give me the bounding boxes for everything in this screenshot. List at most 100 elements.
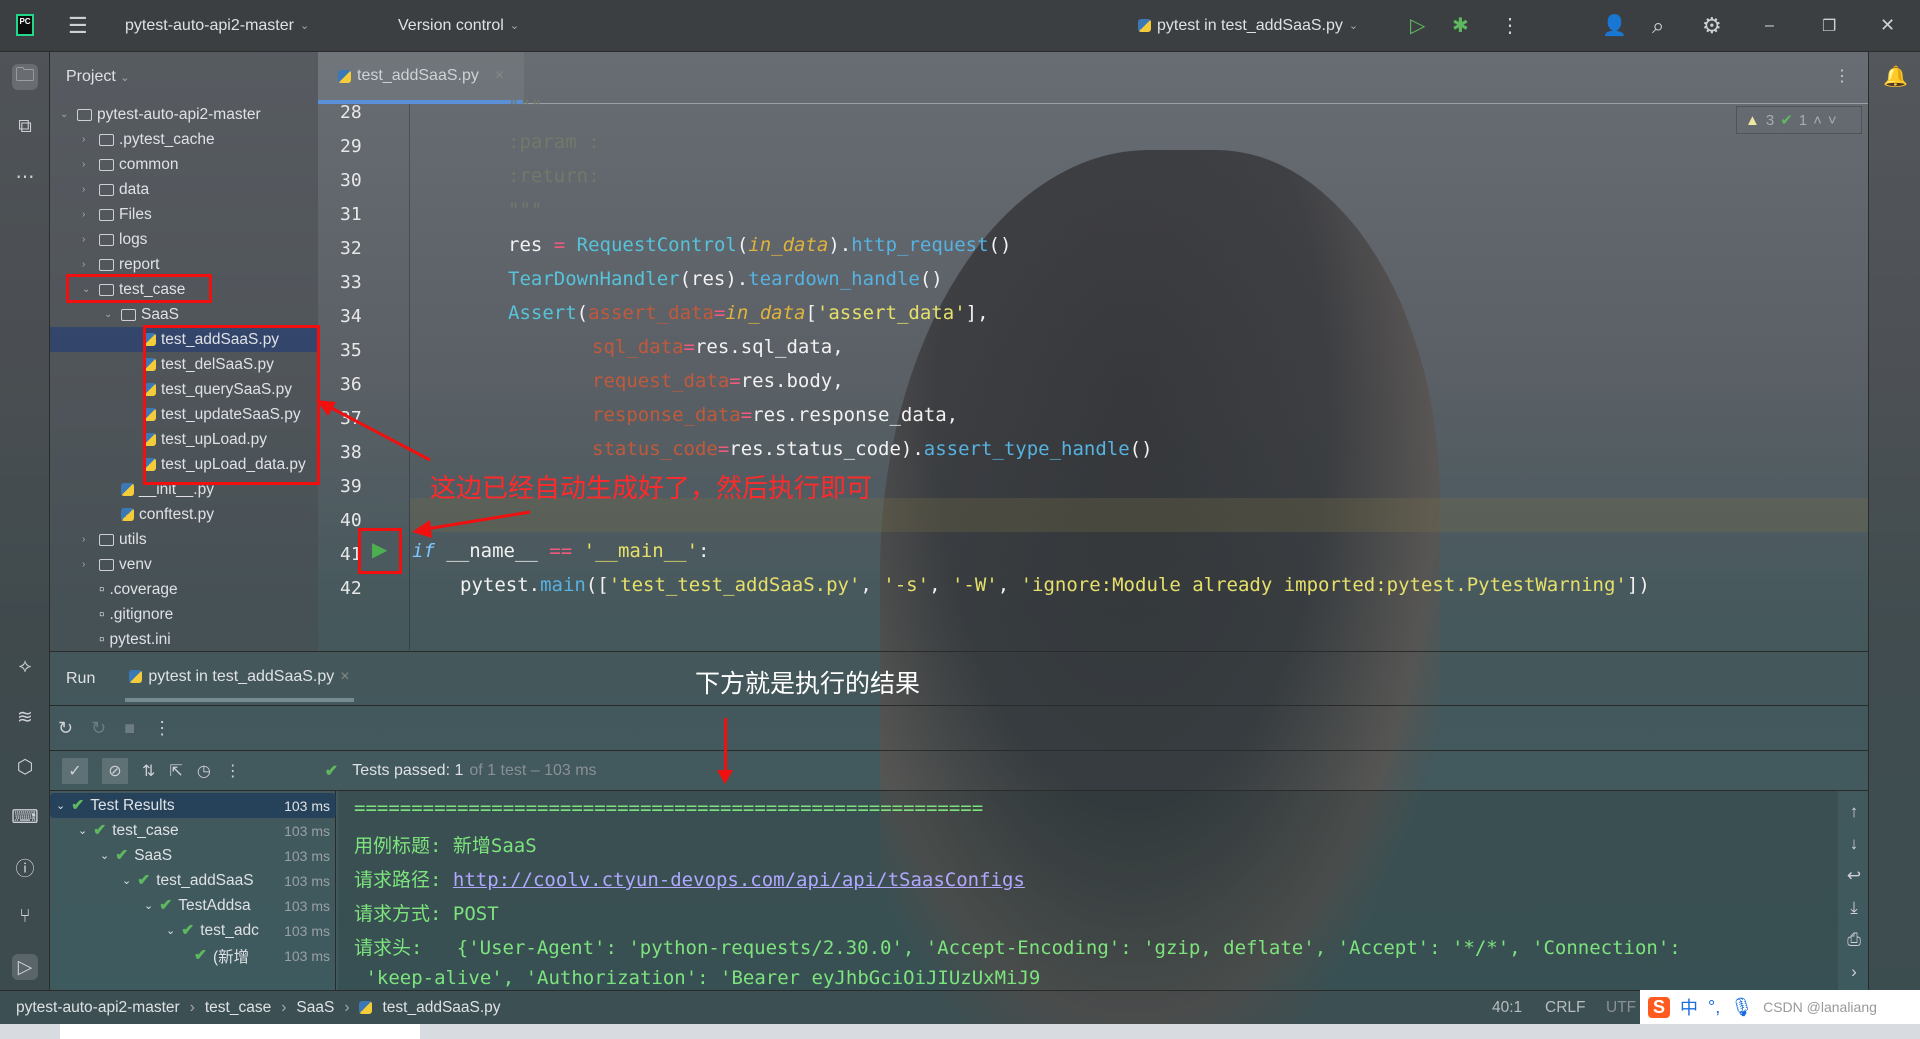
project-tree-item[interactable]: conftest.py xyxy=(50,502,318,527)
chevron-right-icon[interactable]: › xyxy=(82,259,94,270)
project-tree-item[interactable]: ⌄ pytest-auto-api2-master xyxy=(50,102,318,127)
more-icon[interactable]: ⋮ xyxy=(153,718,171,739)
chevron-down-icon[interactable]: ⌄ xyxy=(100,849,109,862)
arrow-down-icon[interactable]: ↓ xyxy=(1850,834,1859,854)
project-tree-item[interactable]: › Files xyxy=(50,202,318,227)
terminal-icon[interactable]: ⌨ xyxy=(11,804,38,830)
chevron-right-icon[interactable]: › xyxy=(82,209,94,220)
project-tree-item[interactable]: › data xyxy=(50,177,318,202)
more-icon[interactable]: ⋯ xyxy=(12,164,38,190)
pass-check-icon: ✔ xyxy=(71,797,85,814)
history-icon[interactable]: ◷ xyxy=(197,761,211,781)
soft-wrap-icon[interactable]: ↩ xyxy=(1847,866,1861,886)
show-passed-icon[interactable]: ✓ xyxy=(62,757,88,784)
project-tree-item[interactable]: › utils xyxy=(50,527,318,552)
chevron-down-icon[interactable]: ⌄ xyxy=(166,924,175,937)
project-folder-icon[interactable]: 🗀 xyxy=(12,64,38,90)
request-url-link[interactable]: http://coolv.ctyun-devops.com/api/api/tS… xyxy=(453,869,1025,891)
chevron-right-icon[interactable]: › xyxy=(82,134,94,145)
chevron-down-icon[interactable]: ⌄ xyxy=(122,874,131,887)
stop-icon[interactable]: ■ xyxy=(124,718,135,739)
print-icon[interactable]: ⎙ xyxy=(1847,930,1861,950)
chevron-right-icon[interactable]: › xyxy=(82,559,94,570)
microphone-icon[interactable]: 🎙 xyxy=(1730,997,1753,1018)
more-icon[interactable]: ⋮ xyxy=(1500,13,1520,38)
debug-icon[interactable]: ✱ xyxy=(1452,13,1469,38)
arrow-up-icon[interactable]: ↑ xyxy=(1850,802,1859,822)
project-tree-item[interactable]: › common xyxy=(50,152,318,177)
tab-close-icon[interactable]: × xyxy=(495,67,504,85)
git-icon[interactable]: ⑂ xyxy=(12,904,38,930)
sort-icon[interactable]: ⇅ xyxy=(142,761,155,781)
tab-test-addsaas[interactable]: test_addSaaS.py × xyxy=(318,52,524,104)
run-tool-icon[interactable]: ▷ xyxy=(12,954,38,980)
inspection-widget[interactable]: ▲ 3 ✔ 1 ˄ ˅ xyxy=(1736,106,1862,134)
punct-icon[interactable]: °, xyxy=(1708,997,1720,1018)
main-menu-icon[interactable]: ☰ xyxy=(68,13,88,39)
restore-icon[interactable]: ❐ xyxy=(1822,16,1836,36)
project-selector[interactable]: pytest-auto-api2-master ⌄ xyxy=(125,17,309,35)
more-icon[interactable]: ⋮ xyxy=(225,761,241,781)
test-name: TestAddsa xyxy=(178,896,251,914)
breadcrumb-item[interactable]: SaaS xyxy=(296,999,334,1017)
run-icon[interactable]: ▷ xyxy=(1410,13,1425,38)
scroll-to-end-icon[interactable]: ⤓ xyxy=(1850,898,1858,918)
test-result-row[interactable]: ⌄ ✔ TestAddsa 103 ms xyxy=(50,893,336,918)
test-result-row[interactable]: ✔ (新增 103 ms xyxy=(50,943,336,968)
ime-lang[interactable]: 中 xyxy=(1680,994,1698,1020)
structure-icon[interactable]: ⧉ xyxy=(12,114,38,140)
project-tree-item[interactable]: › logs xyxy=(50,227,318,252)
project-tree-item[interactable]: › .pytest_cache xyxy=(50,127,318,152)
run-config-selector[interactable]: pytest in test_addSaaS.py ⌄ xyxy=(1138,17,1358,35)
test-result-row[interactable]: ⌄ ✔ test_addSaaS 103 ms xyxy=(50,868,336,893)
collapse-icon[interactable]: ⇱ xyxy=(169,761,182,781)
vcs-selector[interactable]: Version control ⌄ xyxy=(398,17,519,35)
show-ignored-icon[interactable]: ⊘ xyxy=(102,757,128,784)
project-tree-item[interactable]: ▫ .gitignore xyxy=(50,602,318,627)
breadcrumb-item[interactable]: pytest-auto-api2-master xyxy=(16,999,180,1017)
chevron-right-icon[interactable]: › xyxy=(82,534,94,545)
editor-more-icon[interactable]: ⋮ xyxy=(1834,66,1850,86)
chevron-down-icon[interactable]: ⌄ xyxy=(56,799,65,812)
notifications-bell-icon[interactable]: 🔔 xyxy=(1883,64,1908,89)
test-result-row[interactable]: ⌄ ✔ test_case 103 ms xyxy=(50,818,336,843)
test-result-row[interactable]: ⌄ ✔ SaaS 103 ms xyxy=(50,843,336,868)
chevron-right-icon[interactable]: › xyxy=(82,184,94,195)
gear-icon[interactable]: ⚙ xyxy=(1702,13,1722,39)
breadcrumb-item[interactable]: test_addSaaS.py xyxy=(382,999,500,1017)
services-icon[interactable]: ⬡ xyxy=(12,754,38,780)
run-tab[interactable]: pytest in test_addSaaS.py × xyxy=(125,656,354,702)
caret-position[interactable]: 40:1 xyxy=(1492,999,1522,1017)
rerun-failed-icon[interactable]: ↻ xyxy=(91,718,106,739)
console-output[interactable]: ========================================… xyxy=(338,791,1838,991)
chevron-down-icon[interactable]: ⌄ xyxy=(78,824,87,837)
problems-icon[interactable]: ⓘ xyxy=(12,854,38,880)
project-tree-item[interactable]: › venv xyxy=(50,552,318,577)
chevron-down-icon[interactable]: ⌄ xyxy=(144,899,153,912)
close-icon[interactable]: ✕ xyxy=(1880,15,1895,36)
chevron-down-icon[interactable]: ⌄ xyxy=(60,109,72,120)
chevron-right-icon[interactable]: › xyxy=(82,234,94,245)
folder-icon xyxy=(99,558,114,571)
layers-icon[interactable]: ≋ xyxy=(12,704,38,730)
chevron-down-icon[interactable]: ˅ xyxy=(1828,112,1837,129)
python-console-icon[interactable]: ⟡ xyxy=(12,654,38,680)
file-encoding[interactable]: UTF xyxy=(1606,999,1636,1017)
tab-close-icon[interactable]: × xyxy=(340,668,349,686)
chevron-down-icon[interactable]: ⌄ xyxy=(104,309,116,320)
project-tree-item[interactable]: ▫ .coverage xyxy=(50,577,318,602)
add-user-icon[interactable]: 👤 xyxy=(1602,13,1627,38)
project-panel-header[interactable]: Project ⌄ xyxy=(50,52,318,102)
project-tree-item[interactable]: ▫ pytest.ini xyxy=(50,627,318,652)
rerun-icon[interactable]: ↻ xyxy=(58,718,73,739)
test-result-row[interactable]: ⌄ ✔ Test Results 103 ms xyxy=(50,793,336,818)
test-result-row[interactable]: ⌄ ✔ test_adc 103 ms xyxy=(50,918,336,943)
chevron-up-icon[interactable]: ˄ xyxy=(1813,112,1822,129)
line-separator[interactable]: CRLF xyxy=(1545,999,1585,1017)
chevron-right-icon[interactable]: › xyxy=(82,159,94,170)
minimize-icon[interactable]: – xyxy=(1765,17,1774,35)
breadcrumb-item[interactable]: test_case xyxy=(205,999,271,1017)
search-icon[interactable]: ⌕ xyxy=(1652,13,1664,39)
chevron-right-icon[interactable]: › xyxy=(1851,962,1857,982)
project-tree-item[interactable]: ⌄ SaaS xyxy=(50,302,318,327)
